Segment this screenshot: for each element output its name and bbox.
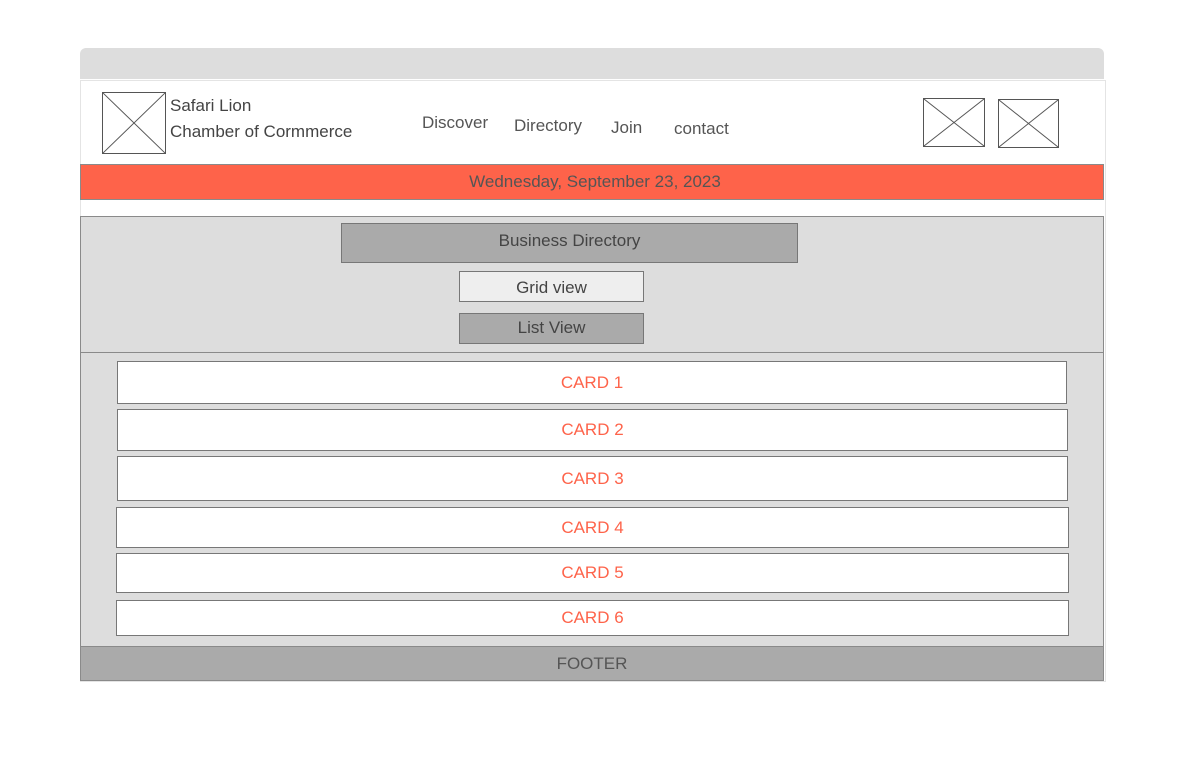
nav-link-contact[interactable]: contact: [674, 119, 729, 139]
nav-link-join[interactable]: Join: [611, 118, 642, 138]
nav-link-directory[interactable]: Directory: [514, 116, 582, 136]
page: Safari Lion Chamber of Cormmerce Discove…: [0, 0, 1184, 760]
business-directory-title: Business Directory: [341, 223, 798, 263]
logo-image-placeholder: [102, 92, 166, 154]
image-placeholder-icon: [924, 99, 984, 146]
brand-name-line-1: Safari Lion: [170, 96, 252, 115]
business-card-4[interactable]: CARD 4: [116, 507, 1069, 548]
date-banner: Wednesday, September 23, 2023: [80, 164, 1104, 200]
header-icon-placeholder-2[interactable]: [998, 99, 1059, 148]
browser-top-bar: [80, 48, 1104, 79]
nav-link-discover[interactable]: Discover: [422, 113, 488, 133]
business-card-3[interactable]: CARD 3: [117, 456, 1068, 501]
business-card-6[interactable]: CARD 6: [116, 600, 1069, 636]
business-card-5[interactable]: CARD 5: [116, 553, 1069, 593]
footer: FOOTER: [80, 646, 1104, 681]
footer-label: FOOTER: [556, 653, 628, 673]
current-date-text: Wednesday, September 23, 2023: [469, 172, 721, 191]
list-view-button[interactable]: List View: [459, 313, 644, 344]
business-card-2[interactable]: CARD 2: [117, 409, 1068, 451]
image-placeholder-icon: [999, 100, 1058, 147]
image-placeholder-icon: [103, 93, 165, 153]
business-card-1[interactable]: CARD 1: [117, 361, 1067, 404]
grid-view-button[interactable]: Grid view: [459, 271, 644, 302]
header-icon-placeholder-1[interactable]: [923, 98, 985, 147]
brand-name-line-2: Chamber of Cormmerce: [170, 122, 353, 141]
